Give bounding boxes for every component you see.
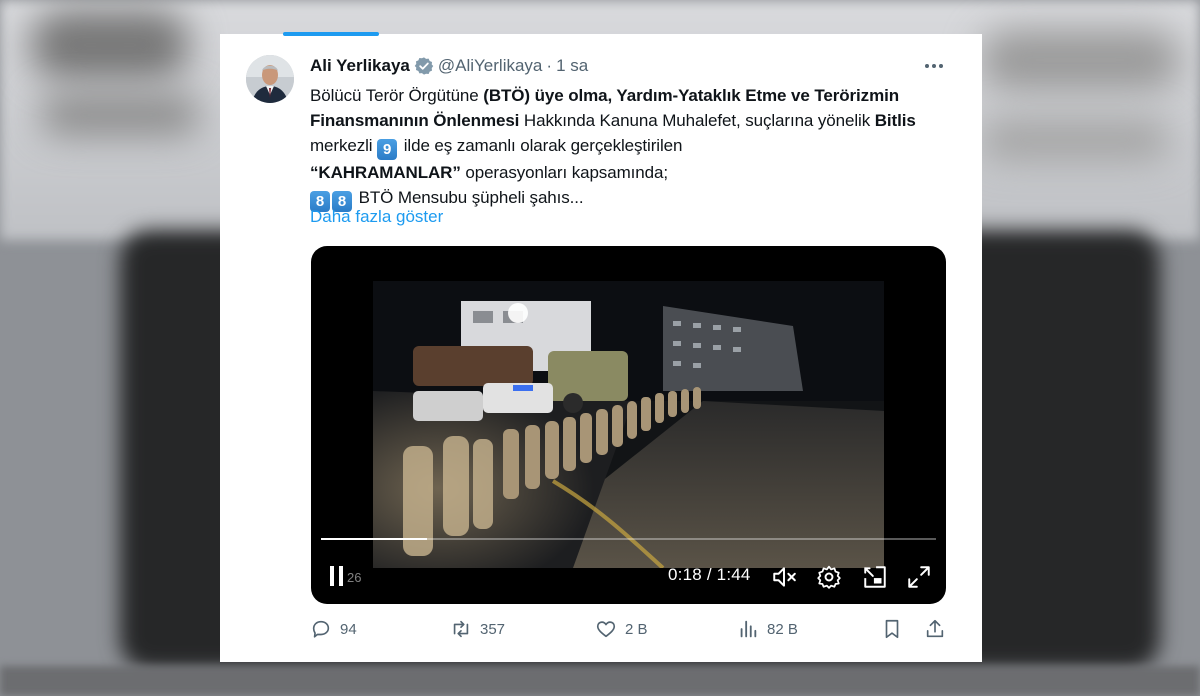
video-player[interactable]: 26 0:18 / 1:44 — [311, 246, 946, 604]
like-count: 2 B — [625, 620, 648, 638]
repost-icon — [453, 620, 469, 638]
text-part: operasyonları kapsamında; — [460, 163, 668, 182]
show-more-link[interactable]: Daha fazla göster — [310, 207, 443, 227]
verified-badge-icon — [414, 57, 434, 75]
progress-fill — [321, 538, 428, 540]
time-display: 0:18 / 1:44 — [668, 565, 751, 585]
like-icon — [596, 621, 616, 638]
text-bold: “KAHRAMANLAR” — [310, 163, 461, 182]
time-separator: / — [701, 565, 717, 584]
tweet-text: Bölücü Terör Örgütüne (BTÖ) üye olma, Ya… — [310, 83, 940, 212]
reply-count: 94 — [340, 620, 357, 638]
current-time: 0:18 — [668, 565, 702, 584]
repost-button[interactable]: 357 — [450, 618, 505, 640]
text-part: Bölücü Terör Örgütüne — [310, 86, 484, 105]
reply-icon — [312, 620, 330, 638]
tweet-time[interactable]: 1 sa — [556, 56, 588, 76]
reply-button[interactable]: 94 — [310, 618, 357, 640]
duration: 1:44 — [716, 565, 751, 584]
text-part: Hakkında Kanuna Muhalefet, suçlarına yön… — [519, 111, 875, 130]
video-frame[interactable] — [373, 281, 884, 568]
text-part: BTÖ Mensubu şüpheli şahıs... — [354, 188, 584, 207]
tab-indicator — [283, 32, 379, 36]
fullscreen-icon[interactable] — [906, 564, 932, 590]
share-icon — [926, 619, 944, 638]
settings-icon[interactable] — [816, 564, 842, 590]
overlay-frame-number: 26 — [347, 570, 362, 585]
views-icon — [740, 620, 757, 638]
avatar[interactable] — [246, 55, 294, 103]
progress-bar[interactable] — [321, 538, 936, 540]
tweet-card: Ali Yerlikaya @AliYerlikaya · 1 sa Bölüc… — [220, 32, 982, 662]
text-bold: Bitlis — [874, 111, 916, 130]
author-name[interactable]: Ali Yerlikaya — [310, 56, 410, 76]
mute-icon[interactable] — [771, 564, 797, 590]
author-handle[interactable]: @AliYerlikaya — [438, 56, 543, 76]
views-button[interactable]: 82 B — [737, 618, 798, 640]
text-part: merkezli — [310, 136, 378, 155]
like-button[interactable]: 2 B — [595, 618, 648, 640]
bookmark-button[interactable] — [881, 618, 903, 640]
pause-icon[interactable] — [327, 564, 347, 588]
pip-icon[interactable] — [862, 564, 888, 590]
text-part: ilde eş zamanlı olarak gerçekleştirilen — [399, 136, 683, 155]
tweet-header: Ali Yerlikaya @AliYerlikaya · 1 sa — [310, 56, 588, 76]
views-count: 82 B — [767, 620, 798, 638]
tweet-actions: 94 357 2 B 82 B — [310, 618, 950, 646]
repost-count: 357 — [480, 620, 506, 638]
video-controls: 26 0:18 / 1:44 — [311, 556, 946, 596]
more-options-icon[interactable] — [922, 54, 946, 78]
share-button[interactable] — [924, 618, 946, 640]
bookmark-icon — [885, 619, 899, 639]
keycap-emoji: 9 — [377, 139, 398, 160]
header-separator: · — [546, 56, 553, 75]
